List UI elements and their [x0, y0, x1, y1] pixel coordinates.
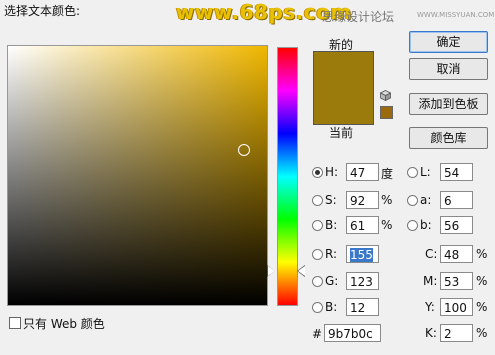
new-color-swatch — [314, 52, 373, 88]
web-only-label: 只有 Web 颜色 — [23, 317, 105, 331]
hue-label: H: — [325, 165, 339, 179]
a-channel-radio[interactable] — [407, 195, 418, 206]
brightness-unit: % — [381, 218, 393, 232]
color-field[interactable] — [7, 45, 268, 306]
a-channel-label: a: — [420, 193, 432, 207]
red-input[interactable]: 155 — [346, 245, 379, 263]
yellow-input[interactable]: 100 — [440, 298, 473, 316]
saturation-input[interactable]: 92 — [346, 191, 379, 209]
hex-input[interactable]: 9b7b0c — [324, 324, 381, 342]
magenta-input[interactable]: 53 — [440, 272, 473, 290]
green-label: G: — [325, 274, 339, 288]
saturation-unit: % — [381, 193, 393, 207]
hue-slider-handle-left[interactable] — [268, 266, 275, 276]
magenta-unit: % — [476, 274, 488, 288]
a-channel-input[interactable]: 6 — [440, 191, 473, 209]
ok-button[interactable]: 确定 — [409, 31, 488, 53]
yellow-label: Y: — [425, 300, 435, 314]
blue-radio[interactable] — [312, 302, 323, 313]
web-safe-warning-icon[interactable] — [380, 90, 391, 101]
magenta-label: M: — [423, 274, 438, 288]
black-label: K: — [425, 326, 437, 340]
brightness-radio[interactable] — [312, 220, 323, 231]
hue-slider[interactable] — [277, 47, 298, 306]
web-only-checkbox[interactable] — [9, 317, 21, 329]
hue-radio[interactable] — [312, 167, 323, 178]
saturation-label: S: — [325, 193, 337, 207]
black-input[interactable]: 2 — [440, 324, 473, 342]
brightness-label: B: — [325, 218, 338, 232]
dialog-title: 选择文本颜色: — [4, 4, 81, 18]
color-field-marker[interactable] — [238, 144, 250, 156]
blue-input[interactable]: 12 — [346, 298, 379, 316]
color-libraries-button[interactable]: 颜色库 — [409, 127, 488, 149]
black-unit: % — [476, 326, 488, 340]
b-channel-input[interactable]: 56 — [440, 216, 473, 234]
blue-label: B: — [325, 300, 338, 314]
cyan-input[interactable]: 48 — [440, 245, 473, 263]
current-color-label: 当前 — [329, 126, 354, 140]
color-preview — [313, 51, 374, 125]
saturation-radio[interactable] — [312, 195, 323, 206]
current-color-swatch[interactable] — [314, 88, 373, 124]
watermark-forum: 思缘设计论坛 — [322, 10, 395, 24]
red-input-value: 155 — [350, 248, 373, 262]
yellow-unit: % — [476, 300, 488, 314]
b-channel-label: b: — [420, 218, 432, 232]
red-label: R: — [325, 247, 338, 261]
green-radio[interactable] — [312, 276, 323, 287]
cyan-unit: % — [476, 247, 488, 261]
cyan-label: C: — [425, 247, 438, 261]
b-channel-radio[interactable] — [407, 220, 418, 231]
hex-label: # — [312, 327, 323, 341]
cancel-button[interactable]: 取消 — [409, 58, 488, 80]
lightness-input[interactable]: 54 — [440, 163, 473, 181]
lightness-label: L: — [420, 165, 431, 179]
hue-input[interactable]: 47 — [346, 163, 379, 181]
lightness-radio[interactable] — [407, 167, 418, 178]
web-safe-color-swatch[interactable] — [380, 106, 393, 119]
watermark-url: WWW.MISSYUAN.COM — [417, 11, 495, 19]
add-to-swatches-button[interactable]: 添加到色板 — [409, 93, 488, 115]
brightness-input[interactable]: 61 — [346, 216, 379, 234]
green-input[interactable]: 123 — [346, 272, 379, 290]
hue-unit: 度 — [381, 167, 394, 181]
red-radio[interactable] — [312, 249, 323, 260]
hue-slider-handle-right[interactable] — [298, 266, 305, 276]
